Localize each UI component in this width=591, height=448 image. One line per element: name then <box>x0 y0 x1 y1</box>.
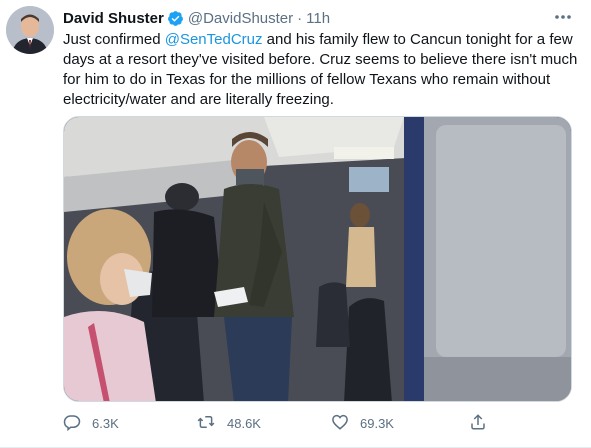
tweet-photo[interactable] <box>63 116 572 402</box>
mention-link[interactable]: @SenTedCruz <box>165 31 263 48</box>
retweet-count: 48.6K <box>227 415 261 431</box>
more-options-icon[interactable] <box>553 8 573 26</box>
like-button[interactable]: 69.3K <box>331 413 394 434</box>
retweet-icon <box>196 413 227 434</box>
tweet-text-intro: Just confirmed <box>63 31 165 48</box>
reply-button[interactable]: 6.3K <box>63 413 119 434</box>
tweet-timestamp[interactable]: 11h <box>306 10 330 27</box>
verified-badge-icon <box>167 10 184 27</box>
avatar[interactable] <box>6 6 54 54</box>
tweet[interactable]: David Shuster @DavidShuster · 11h Just c… <box>0 0 591 448</box>
heart-icon <box>331 413 360 434</box>
like-count: 69.3K <box>360 415 394 431</box>
author-handle[interactable]: @DavidShuster <box>188 10 293 27</box>
reply-count: 6.3K <box>92 415 119 431</box>
retweet-button[interactable]: 48.6K <box>196 413 261 434</box>
author-name[interactable]: David Shuster <box>63 10 164 27</box>
action-bar: 6.3K 48.6K 69.3K <box>63 412 503 434</box>
tweet-header: David Shuster @DavidShuster · 11h <box>63 8 571 28</box>
tweet-text: Just confirmed @SenTedCruz and his famil… <box>63 30 578 110</box>
share-icon <box>469 413 498 434</box>
reply-icon <box>63 413 92 434</box>
separator-dot: · <box>297 9 303 27</box>
share-button[interactable] <box>469 413 498 434</box>
